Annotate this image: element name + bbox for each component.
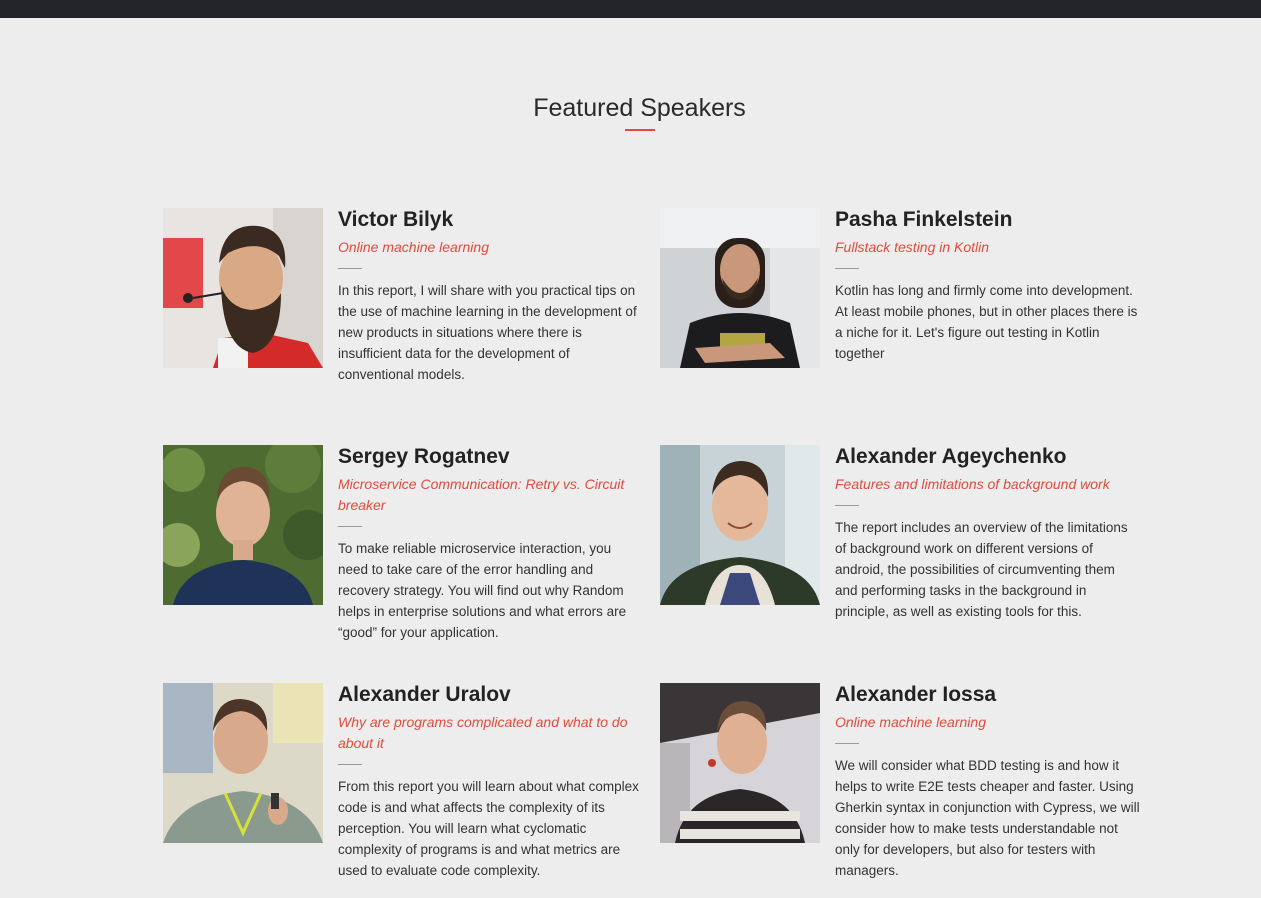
divider <box>338 526 362 527</box>
speaker-topic: Online machine learning <box>835 714 986 730</box>
speaker-description: In this report, I will share with you pr… <box>338 283 637 382</box>
top-navigation-bar <box>0 0 1261 18</box>
speaker-topic: Features and limitations of background w… <box>835 476 1110 492</box>
speaker-photo[interactable] <box>163 683 323 843</box>
speaker-photo[interactable] <box>660 208 820 368</box>
speaker-description: The report includes an overview of the l… <box>835 520 1128 619</box>
section-title: Featured Speakers <box>533 94 746 122</box>
divider <box>835 743 859 744</box>
divider <box>835 505 859 506</box>
speaker-description: We will consider what BDD testing is and… <box>835 758 1140 878</box>
speaker-name[interactable]: Pasha Finkelstein <box>835 208 1140 232</box>
divider <box>338 764 362 765</box>
speaker-name[interactable]: Sergey Rogatnev <box>338 445 643 469</box>
speaker-name[interactable]: Alexander Iossa <box>835 683 1140 707</box>
speaker-description: From this report you will learn about wh… <box>338 779 639 878</box>
speaker-description: Kotlin has long and firmly come into dev… <box>835 283 1138 361</box>
speaker-name[interactable]: Alexander Uralov <box>338 683 643 707</box>
speaker-topic: Fullstack testing in Kotlin <box>835 239 990 255</box>
speaker-description: To make reliable microservice interactio… <box>338 541 627 640</box>
speaker-topic: Why are programs complicated and what to… <box>338 714 628 751</box>
speaker-name[interactable]: Alexander Ageychenko <box>835 445 1140 469</box>
speaker-photo[interactable] <box>163 445 323 605</box>
speaker-topic: Microservice Communication: Retry vs. Ci… <box>338 476 625 513</box>
speaker-photo[interactable] <box>660 683 820 843</box>
speaker-photo[interactable] <box>163 208 323 368</box>
divider <box>338 268 362 269</box>
speaker-name[interactable]: Victor Bilyk <box>338 208 643 232</box>
speaker-photo[interactable] <box>660 445 820 605</box>
divider <box>835 268 859 269</box>
speaker-topic: Online machine learning <box>338 239 489 255</box>
title-underline <box>625 129 655 131</box>
